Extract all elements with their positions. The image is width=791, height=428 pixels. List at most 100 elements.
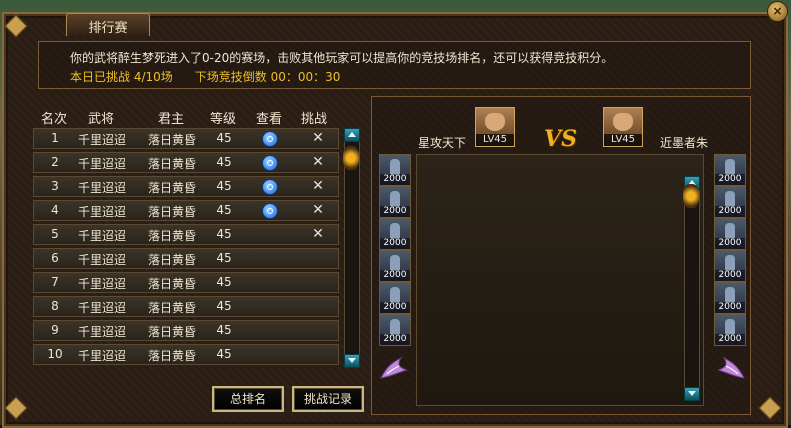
army-unit-icon[interactable]: 2000 <box>379 186 411 218</box>
challenge-swords-icon[interactable]: ✕ <box>311 203 325 217</box>
army-unit-icon[interactable]: 2000 <box>714 314 746 346</box>
challenge-swords-icon[interactable]: ✕ <box>311 179 325 193</box>
challenge-swords-icon[interactable]: ✕ <box>311 227 325 241</box>
lord-cell: 落日黄昏 <box>147 133 196 147</box>
right-player-level: LV45 <box>604 134 642 146</box>
rank-cell: 8 <box>51 299 59 313</box>
soldier-figure-icon <box>390 159 400 175</box>
challenge-swords-icon[interactable]: ✕ <box>311 155 325 169</box>
view-magnifier-icon[interactable] <box>262 179 278 195</box>
lord-cell: 落日黄昏 <box>147 301 196 315</box>
unit-troop-count: 2000 <box>380 302 410 313</box>
lord-cell: 落日黄昏 <box>147 229 196 243</box>
rank-cell: 7 <box>51 275 59 289</box>
scroll-thumb[interactable] <box>343 146 359 170</box>
army-unit-icon[interactable]: 2000 <box>379 154 411 186</box>
close-button[interactable]: × <box>767 1 788 22</box>
rank-cell: 1 <box>51 131 59 145</box>
general-cell: 千里迢迢 <box>77 229 126 243</box>
general-face-icon <box>613 113 633 131</box>
challenge-swords-icon[interactable]: ✕ <box>311 131 325 145</box>
unit-troop-count: 2000 <box>380 334 410 345</box>
header-general: 武将 <box>87 112 114 127</box>
table-row[interactable]: 5 千里迢迢 落日黄昏 45 ✕ <box>33 224 339 245</box>
unit-troop-count: 2000 <box>380 206 410 217</box>
table-row[interactable]: 8 千里迢迢 落日黄昏 45 <box>33 296 339 317</box>
unit-troop-count: 2000 <box>715 238 745 249</box>
general-cell: 千里迢迢 <box>77 349 126 363</box>
lord-cell: 落日黄昏 <box>147 205 196 219</box>
lord-cell: 落日黄昏 <box>147 253 196 267</box>
view-magnifier-icon[interactable] <box>262 203 278 219</box>
rank-cell: 3 <box>51 179 59 193</box>
lord-cell: 落日黄昏 <box>147 277 196 291</box>
unit-troop-count: 2000 <box>715 206 745 217</box>
army-unit-icon[interactable]: 2000 <box>379 250 411 282</box>
soldier-figure-icon <box>390 255 400 271</box>
rank-cell: 5 <box>51 227 59 241</box>
ranking-table-header: 名次 武将 君主 等级 查看 挑战 <box>33 106 339 127</box>
total-rank-button[interactable]: 总排名 <box>212 386 284 412</box>
army-unit-icon[interactable]: 2000 <box>379 282 411 314</box>
general-face-icon <box>485 113 505 131</box>
level-cell: 45 <box>216 131 232 145</box>
unit-troop-count: 2000 <box>380 174 410 185</box>
table-row[interactable]: 7 千里迢迢 落日黄昏 45 <box>33 272 339 293</box>
vs-label: VS <box>544 126 577 152</box>
level-cell: 45 <box>216 179 232 193</box>
general-cell: 千里迢迢 <box>77 133 126 147</box>
view-magnifier-icon[interactable] <box>262 155 278 171</box>
army-unit-icon[interactable]: 2000 <box>714 250 746 282</box>
table-row[interactable]: 3 千里迢迢 落日黄昏 45 ✕ <box>33 176 339 197</box>
rank-cell: 10 <box>47 347 63 361</box>
battle-log-scrollbar[interactable] <box>684 176 700 400</box>
soldier-figure-icon <box>725 255 735 271</box>
info-status: 本日已挑战 4/10场 下场竞技倒数 00：00：30 <box>70 68 340 85</box>
army-unit-icon[interactable]: 2000 <box>714 218 746 250</box>
soldier-figure-icon <box>725 223 735 239</box>
lord-cell: 落日黄昏 <box>147 349 196 363</box>
table-row[interactable]: 4 千里迢迢 落日黄昏 45 ✕ <box>33 200 339 221</box>
army-unit-icon[interactable]: 2000 <box>379 218 411 250</box>
army-unit-icon[interactable]: 2000 <box>714 282 746 314</box>
table-row[interactable]: 2 千里迢迢 落日黄昏 45 ✕ <box>33 152 339 173</box>
army-unit-icon[interactable]: 2000 <box>714 186 746 218</box>
view-magnifier-icon[interactable] <box>262 131 278 147</box>
scroll-up-arrow[interactable] <box>344 128 360 142</box>
rank-cell: 2 <box>51 155 59 169</box>
army-unit-icon[interactable]: 2000 <box>379 314 411 346</box>
rank-cell: 6 <box>51 251 59 265</box>
table-row[interactable]: 6 千里迢迢 落日黄昏 45 <box>33 248 339 269</box>
right-player-portrait[interactable]: LV45 <box>603 107 643 147</box>
battle-log-area <box>416 154 704 406</box>
lord-cell: 落日黄昏 <box>147 157 196 171</box>
lord-cell: 落日黄昏 <box>147 181 196 195</box>
level-cell: 45 <box>216 203 232 217</box>
left-player-level: LV45 <box>476 134 514 146</box>
table-row[interactable]: 9 千里迢迢 落日黄昏 45 <box>33 320 339 341</box>
header-view: 查看 <box>255 112 282 127</box>
soldier-figure-icon <box>725 287 735 303</box>
lord-cell: 落日黄昏 <box>147 325 196 339</box>
general-cell: 千里迢迢 <box>77 157 126 171</box>
right-player-name: 近墨者朱 <box>660 136 709 150</box>
scroll-down-arrow[interactable] <box>344 354 360 368</box>
log-scroll-thumb[interactable] <box>683 184 699 208</box>
unit-troop-count: 2000 <box>380 270 410 281</box>
info-description: 你的武将醉生梦死进入了0-20的赛场，击败其他玩家可以提高你的竞技场排名，还可以… <box>70 51 614 65</box>
army-unit-icon[interactable]: 2000 <box>714 154 746 186</box>
soldier-figure-icon <box>725 159 735 175</box>
general-cell: 千里迢迢 <box>77 181 126 195</box>
unit-troop-count: 2000 <box>715 334 745 345</box>
soldier-figure-icon <box>390 223 400 239</box>
header-level: 等级 <box>209 112 236 127</box>
log-scroll-down-arrow[interactable] <box>684 387 700 401</box>
unit-troop-count: 2000 <box>715 174 745 185</box>
challenge-log-button[interactable]: 挑战记录 <box>292 386 364 412</box>
table-row[interactable]: 10 千里迢迢 落日黄昏 45 <box>33 344 339 365</box>
table-row[interactable]: 1 千里迢迢 落日黄昏 45 ✕ <box>33 128 339 149</box>
rank-cell: 4 <box>51 203 59 217</box>
phoenix-icon <box>717 356 745 379</box>
level-cell: 45 <box>216 299 232 313</box>
left-player-portrait[interactable]: LV45 <box>475 107 515 147</box>
